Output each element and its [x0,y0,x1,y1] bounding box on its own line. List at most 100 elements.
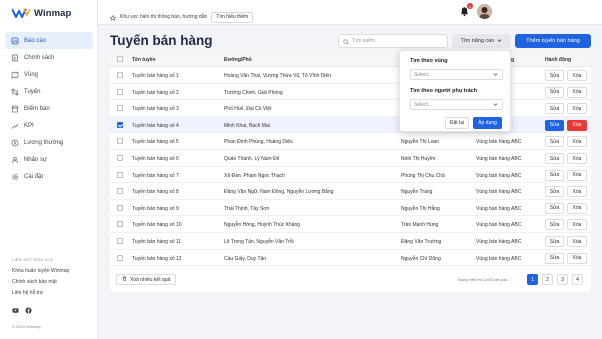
add-route-button[interactable]: Thêm tuyến bán hàng [515,34,591,48]
edit-button[interactable]: Sửa [545,70,564,81]
row-checkbox[interactable] [117,204,123,211]
edit-button[interactable]: Sửa [545,153,564,164]
edit-button[interactable]: Sửa [545,86,564,98]
staff-filter-select[interactable]: Select.. [410,99,503,110]
sidebar-item-label: Báo cáo [24,37,47,44]
facebook-icon[interactable] [25,307,32,314]
copyright: © 2023 Winmap [12,324,41,329]
edit-button[interactable]: Sửa [545,236,564,247]
row-checkbox[interactable] [117,254,123,261]
table-row[interactable]: Tuyến bán hàng số 9 Thái Thịnh, Tây Sơn Ng… [110,200,591,217]
table-row[interactable]: Tuyến bán hàng số 10 Nguyễn Hồng, Huỳnh T… [110,216,591,233]
region-filter-select[interactable]: Select.. [410,69,503,80]
edit-button[interactable]: Sửa [545,103,564,115]
delete-button[interactable]: Xóa [567,70,587,81]
sidebar-nav: Báo cáo Chính sách Vùng Tuyến Điểm bán K… [5,32,93,185]
filter-apply-button[interactable]: Áp dụng [473,117,502,129]
learn-more-button[interactable]: Tìm hiểu thêm [211,11,254,23]
edit-button[interactable]: Sửa [545,186,564,198]
advanced-search-label: Tìm nâng cao [460,38,495,44]
sidebar-item-vung[interactable]: Vùng [5,66,93,83]
route-street: Minh Khai, Bạch Mai [224,122,270,129]
delete-button[interactable]: Xóa [567,252,587,264]
table-row[interactable]: Tuyến bán hàng số 7 Xã Đàn, Phạm Ngọc Thạ… [110,167,591,184]
edit-button[interactable]: Sửa [545,252,564,264]
report-icon [11,37,19,45]
sidebar-item-cai-dat[interactable]: Cài đặt [5,168,93,185]
table-row[interactable]: Tuyến bán hàng số 4 Minh Khai, Bạch Mai Sử… [110,116,591,134]
page-2-button[interactable]: 2 [542,274,553,285]
route-region: Vùng bán hàng ABC [476,239,522,245]
delete-button[interactable]: Xóa [567,236,587,247]
row-checkbox[interactable] [117,88,123,95]
sidebar-item-label: Chính sách [24,54,55,61]
edit-button[interactable]: Sửa [545,119,564,131]
search-icon [343,32,349,50]
notice-bar: Khu vực hiển thị thông báo, hướng dẫn Tì… [109,8,254,26]
edit-button[interactable]: Sửa [545,136,564,148]
sidebar-item-diem-ban[interactable]: Điểm bán [5,100,93,117]
sidebar-item-tuyen[interactable]: Tuyến [5,83,93,100]
useful-links-title: LIÊN KẾT HỮU ÍCH [12,257,53,262]
sidebar-item-nhan-su[interactable]: Nhân sự [5,151,93,168]
table-row[interactable]: Tuyến bán hàng số 8 Đặng Văn Ngữ, Nam Đồn… [110,183,591,200]
link-privacy[interactable]: Chính sách bảo mật [12,279,69,285]
row-checkbox[interactable] [117,138,123,145]
row-checkbox[interactable] [117,188,123,195]
edit-button[interactable]: Sửa [545,169,564,181]
search-box[interactable] [338,34,448,48]
table-row[interactable]: Tuyến bán hàng số 1 Hoàng Văn Thái, Vương… [110,67,591,84]
delete-button[interactable]: Xóa [567,219,587,231]
delete-button[interactable]: Xóa [567,103,587,115]
link-training[interactable]: Khóa huấn luyện Winmap [12,268,69,274]
delete-button[interactable]: Xóa [567,136,587,148]
route-region: Vùng bán hàng ABC [476,205,522,212]
route-name: Tuyến bán hàng số 8 [132,189,179,196]
row-checkbox[interactable] [117,105,123,112]
route-name: Tuyến bán hàng số 5 [132,139,179,146]
advanced-search-button[interactable]: Tìm nâng cao [452,34,511,48]
sidebar-item-chinh-sach[interactable]: Chính sách [5,49,93,66]
row-checkbox[interactable] [117,221,123,228]
row-checkbox[interactable] [117,155,123,161]
chevron-down-icon [493,73,498,76]
delete-button[interactable]: Xóa [567,169,587,181]
bulk-delete-button[interactable]: Xoá nhiều kết quả [116,274,177,285]
filter-reset-button[interactable]: Đặt lại [445,117,469,129]
table-row[interactable]: Tuyến bán hàng số 2 Trường Chinh, Giải Ph… [110,84,591,101]
link-support[interactable]: Liên hệ hỗ trợ [12,290,69,296]
avatar[interactable] [477,4,492,19]
delete-button[interactable]: Xóa [567,202,587,214]
table-row[interactable]: Tuyến bán hàng số 6 Quán Thánh, Lý Nam Đế… [110,150,591,167]
settings-icon [11,173,19,181]
table-row[interactable]: Tuyến bán hàng số 3 Phố Huế, Đại Cồ Việt S… [110,100,591,117]
route-name: Tuyến bán hàng số 6 [132,156,179,162]
sidebar-item-luong-thuong[interactable]: Lương thưởng [5,134,93,151]
sidebar-item-label: KPI [24,122,34,129]
page-3-button[interactable]: 3 [557,274,568,285]
row-checkbox[interactable] [117,72,123,78]
route-name: Tuyến bán hàng số 12 [132,255,182,262]
page-4-button[interactable]: 4 [572,274,583,285]
sidebar-item-kpi[interactable]: KPI [5,117,93,134]
row-checkbox[interactable] [117,238,123,244]
table-row[interactable]: Tuyến bán hàng số 12 Cầu Giấy, Duy Tân Ngu… [110,250,591,267]
delete-button[interactable]: Xóa [567,119,587,131]
row-checkbox[interactable] [117,171,123,178]
search-input[interactable] [352,38,442,44]
page-1-button[interactable]: 1 [527,274,538,285]
table-row[interactable]: Tuyến bán hàng số 11 Lê Trọng Tấn, Nguyễn… [110,233,591,250]
sidebar-item-bao-cao[interactable]: Báo cáo [5,32,93,49]
row-checkbox[interactable] [117,121,123,128]
logo[interactable]: Winmap [12,7,71,19]
table-row[interactable]: Tuyến bán hàng số 5 Phan Đình Phùng, Hoàn… [110,133,591,150]
route-street: Hoàng Văn Thái, Vương Thừa Vũ, Tô Vĩnh D… [224,73,331,79]
delete-button[interactable]: Xóa [567,186,587,198]
delete-button[interactable]: Xóa [567,86,587,98]
edit-button[interactable]: Sửa [545,202,564,214]
delete-button[interactable]: Xóa [567,153,587,164]
youtube-icon[interactable] [12,307,19,314]
topbar: Khu vực hiển thị thông báo, hướng dẫn Tì… [98,0,602,25]
edit-button[interactable]: Sửa [545,219,564,231]
select-all-checkbox[interactable] [117,56,123,62]
